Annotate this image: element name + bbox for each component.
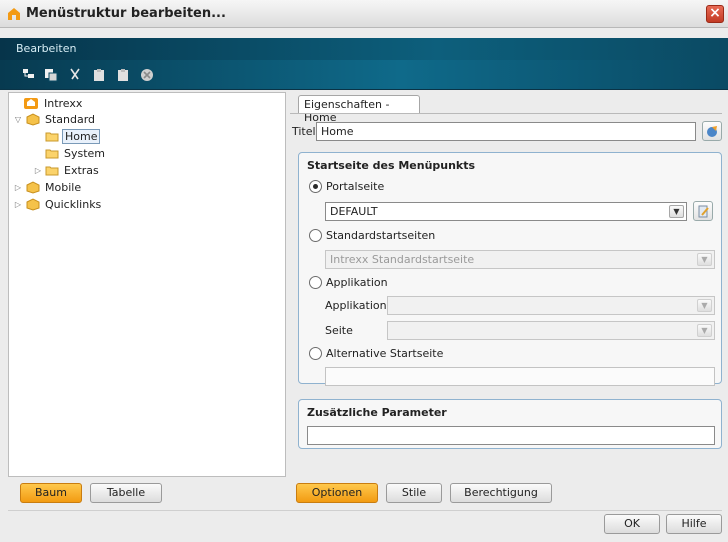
radio-portal-page[interactable]: Portalseite (309, 180, 384, 193)
tree-item-label: Quicklinks (45, 197, 102, 211)
expand-icon[interactable]: ▷ (13, 200, 23, 209)
chevron-down-icon[interactable]: ▼ (697, 324, 712, 337)
options-button[interactable]: Optionen (296, 483, 378, 503)
tree-item-quicklinks[interactable]: ▷ Quicklinks (13, 196, 103, 212)
page-label: Seite (325, 324, 353, 337)
select-value: Intrexx Standardstartseite (330, 253, 475, 266)
radio-label: Applikation (326, 276, 388, 289)
folder-icon (45, 149, 59, 158)
tree-item-label: Home (62, 128, 101, 144)
expand-icon[interactable]: ▷ (13, 183, 23, 192)
application-select[interactable]: ▼ (387, 296, 715, 315)
radio-label: Portalseite (326, 180, 385, 193)
styles-button[interactable]: Stile (386, 483, 442, 503)
standard-pages-select[interactable]: Intrexx Standardstartseite ▼ (325, 250, 715, 269)
copy-icon[interactable] (44, 68, 58, 82)
radio-alternative-page[interactable]: Alternative Startseite (309, 347, 443, 360)
pencil-icon (698, 205, 709, 218)
tree-item-standard[interactable]: ▽ Standard (13, 111, 97, 127)
window-title: Menüstruktur bearbeiten... (26, 6, 226, 21)
alternative-page-field[interactable] (325, 367, 715, 386)
close-button[interactable]: × (706, 5, 724, 23)
tree-item-home[interactable]: Home (43, 128, 101, 144)
tree-item-intrexx[interactable]: Intrexx (11, 95, 84, 111)
radio-button[interactable] (309, 347, 322, 360)
portal-page-edit-button[interactable] (693, 201, 713, 221)
help-button[interactable]: Hilfe (666, 514, 722, 534)
additional-params-field[interactable] (307, 426, 715, 445)
menu-bar: Bearbeiten (0, 38, 728, 60)
menu-tree: Intrexx ▽ Standard Home System ▷ Extras … (8, 92, 286, 477)
title-field[interactable]: Home (316, 122, 696, 141)
cut-icon[interactable] (68, 68, 82, 82)
tree-item-label: Mobile (45, 180, 82, 194)
delete-icon[interactable] (140, 68, 154, 82)
menu-bearbeiten[interactable]: Bearbeiten (16, 42, 76, 55)
additional-params-group: Zusätzliche Parameter (298, 399, 722, 449)
title-bar: Menüstruktur bearbeiten... × (0, 0, 728, 28)
tree-item-label: System (64, 146, 106, 160)
close-icon: × (709, 5, 721, 21)
table-view-button[interactable]: Tabelle (90, 483, 162, 503)
title-label: Titel (292, 125, 316, 138)
chevron-down-icon[interactable]: ▼ (697, 253, 712, 266)
package-icon (26, 198, 40, 211)
select-value: DEFAULT (330, 205, 378, 218)
tab-properties-home[interactable]: Eigenschaften - Home (298, 95, 420, 124)
folder-icon (45, 166, 59, 175)
tree-item-label: Intrexx (44, 96, 83, 110)
radio-application[interactable]: Applikation (309, 276, 388, 289)
tree-item-system[interactable]: System (43, 145, 107, 161)
group-title: Zusätzliche Parameter (307, 406, 447, 419)
tree-view-button[interactable]: Baum (20, 483, 82, 503)
application-label: Applikation (325, 299, 387, 312)
chevron-down-icon[interactable]: ▼ (669, 205, 684, 218)
properties-pane: Eigenschaften - Home Titel Home Startsei… (290, 92, 722, 477)
ok-button[interactable]: OK (604, 514, 660, 534)
radio-button[interactable] (309, 229, 322, 242)
package-icon (26, 113, 40, 126)
paste-special-icon[interactable] (116, 68, 130, 82)
tree-item-label: Standard (45, 112, 96, 126)
tree-add-icon[interactable] (22, 68, 36, 82)
globe-edit-icon (707, 126, 717, 137)
paste-icon[interactable] (92, 68, 106, 82)
permissions-button[interactable]: Berechtigung (450, 483, 552, 503)
button-bar: Baum Tabelle Optionen Stile Berechtigung (0, 475, 728, 510)
portal-page-select[interactable]: DEFAULT ▼ (325, 202, 687, 221)
start-page-group: Startseite des Menüpunkts Portalseite DE… (298, 152, 722, 386)
radio-label: Alternative Startseite (326, 347, 444, 360)
tree-item-extras[interactable]: ▷ Extras (33, 162, 101, 178)
language-button[interactable] (702, 121, 722, 141)
group-title: Startseite des Menüpunkts (307, 159, 476, 172)
toolbar (0, 60, 728, 90)
chevron-down-icon[interactable]: ▼ (697, 299, 712, 312)
footer-divider (8, 510, 722, 511)
tree-item-mobile[interactable]: ▷ Mobile (13, 179, 83, 195)
expand-icon[interactable]: ▷ (33, 166, 43, 175)
page-select[interactable]: ▼ (387, 321, 715, 340)
package-icon (26, 181, 40, 194)
radio-label: Standardstartseiten (326, 229, 436, 242)
tab-divider (290, 113, 722, 114)
radio-button[interactable] (309, 180, 322, 193)
tree-item-label: Extras (64, 163, 99, 177)
folder-icon (45, 132, 59, 141)
collapse-icon[interactable]: ▽ (13, 115, 23, 124)
app-icon (8, 8, 20, 20)
portal-icon (24, 98, 38, 109)
radio-button[interactable] (309, 276, 322, 289)
radio-standard-pages[interactable]: Standardstartseiten (309, 229, 435, 242)
